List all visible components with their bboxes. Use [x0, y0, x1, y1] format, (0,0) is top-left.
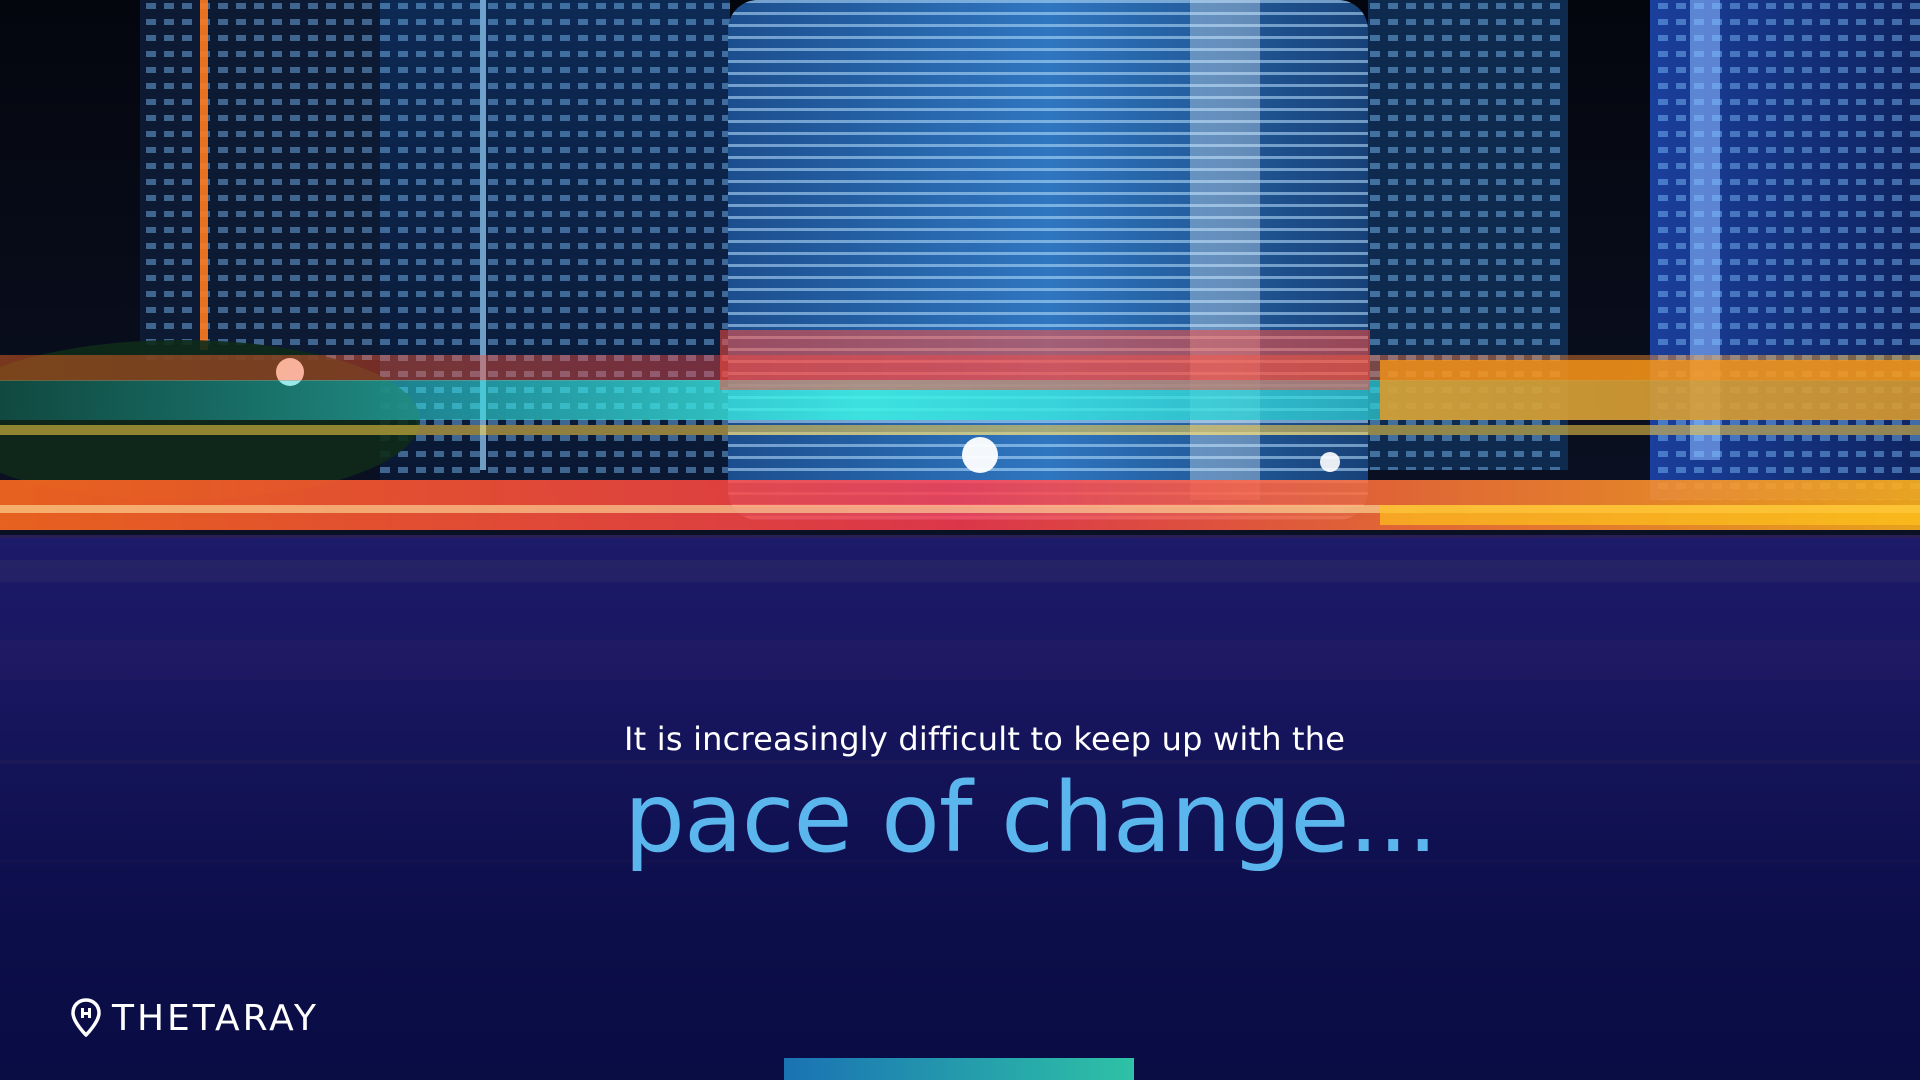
subtitle: It is increasingly difficult to keep up … — [624, 720, 1346, 758]
headline: pace of change... — [624, 762, 1438, 874]
title-block: It is increasingly difficult to keep up … — [624, 720, 1524, 866]
location-pin-icon — [71, 998, 101, 1037]
brand-logo: THETARAY — [70, 996, 319, 1040]
brand-name: THETARAY — [112, 997, 320, 1039]
slide: It is increasingly difficult to keep up … — [0, 0, 1920, 1080]
accent-bar — [784, 1058, 1134, 1080]
